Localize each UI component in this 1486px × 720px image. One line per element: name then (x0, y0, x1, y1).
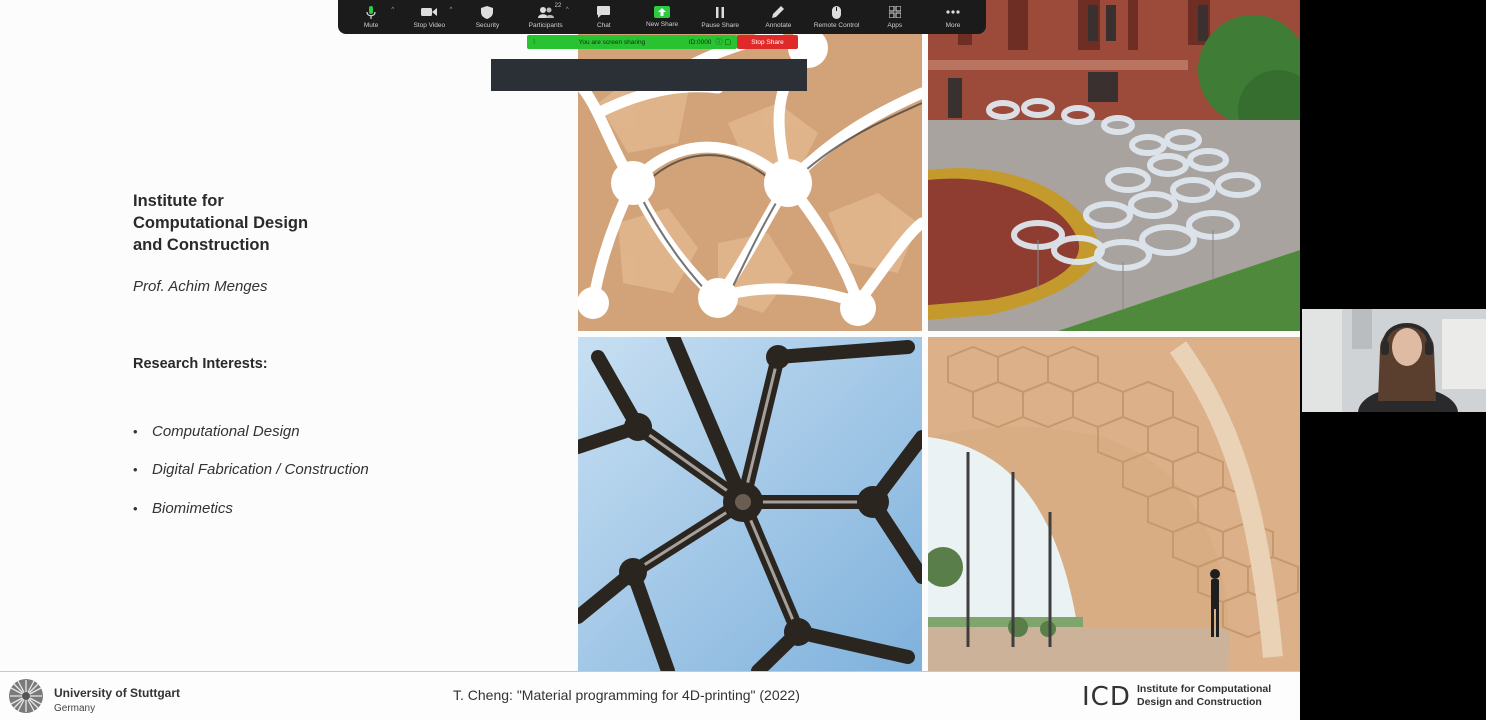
pen-icon (769, 5, 787, 19)
photo-courtyard-canopy (928, 0, 1300, 331)
stop-video-label: Stop Video (413, 22, 446, 29)
photo-timber-hall (928, 337, 1300, 671)
icd-logo: ICD (1082, 682, 1131, 712)
chevron-up-icon[interactable]: ^ (566, 7, 569, 13)
university-name: University of Stuttgart (54, 686, 181, 700)
bullet-icon: • (133, 500, 138, 516)
stop-share-label: Stop Share (751, 38, 784, 46)
meeting-id: ID:0000 (688, 38, 712, 46)
slide-citation: T. Cheng: "Material programming for 4D-p… (453, 687, 800, 703)
bullet-icon: • (133, 462, 138, 478)
bullet-icon: • (133, 423, 138, 439)
participant-video-tile[interactable] (1302, 309, 1486, 412)
participant-video-feed (1302, 309, 1486, 412)
security-button[interactable]: Security (458, 0, 516, 34)
interest-item: • Computational Design (133, 412, 369, 451)
chat-button[interactable]: Chat (575, 0, 633, 34)
participants-label: Participants (528, 22, 563, 29)
interest-label: Digital Fabrication / Construction (152, 461, 369, 479)
more-icon (944, 5, 962, 19)
mute-button[interactable]: ^ Mute (342, 0, 400, 34)
zoom-meeting-toolbar: ^ Mute ^ Stop Video Security 22 ^ Partic… (338, 0, 986, 34)
more-label: More (945, 22, 961, 29)
institute-block: Institute for Computational Design and C… (133, 190, 563, 256)
mute-label: Mute (363, 22, 379, 29)
slide-footer: University of Stuttgart Germany T. Cheng… (0, 672, 1300, 720)
chat-icon (595, 5, 613, 19)
interest-label: Computational Design (152, 422, 300, 440)
more-button[interactable]: More (924, 0, 982, 34)
sharing-notification-banner (491, 59, 807, 91)
new-share-button[interactable]: New Share (633, 0, 691, 34)
mouse-icon (828, 5, 846, 19)
research-interests-list: • Computational Design • Digital Fabricati… (133, 412, 369, 528)
expand-icon[interactable]: ▢ (722, 38, 731, 46)
photo-fiber-structure (578, 337, 922, 671)
new-share-label: New Share (645, 21, 679, 28)
participants-icon (537, 5, 555, 19)
apps-icon (886, 5, 904, 19)
chat-label: Chat (596, 22, 611, 29)
annotate-label: Annotate (765, 22, 792, 29)
participants-button[interactable]: 22 ^ Participants (517, 0, 575, 34)
video-camera-icon (420, 5, 438, 19)
interest-label: Biomimetics (152, 499, 233, 517)
screen-sharing-status-bar[interactable]: ⁝ You are screen sharing ID:0000 ⓘ ▢ (527, 35, 737, 49)
interest-item: • Digital Fabrication / Construction (133, 451, 369, 490)
apps-button[interactable]: Apps (866, 0, 924, 34)
remote-control-button[interactable]: Remote Control (808, 0, 866, 34)
shared-slide: Institute for Computational Design and C… (0, 0, 1300, 720)
microphone-icon (362, 5, 380, 19)
participant-count-badge: 22 (554, 3, 562, 9)
chevron-up-icon[interactable]: ^ (450, 7, 453, 13)
professor-name: Prof. Achim Menges (133, 278, 268, 295)
institute-title: Institute for Computational Design and C… (133, 192, 309, 254)
shield-icon (478, 5, 496, 19)
university-seal-icon (9, 679, 43, 713)
share-screen-icon (654, 6, 671, 18)
icd-institute-name: Institute for Computational Design and C… (1137, 683, 1272, 708)
pause-share-label: Pause Share (701, 22, 740, 29)
pause-icon (711, 5, 729, 19)
pause-share-button[interactable]: Pause Share (691, 0, 749, 34)
university-country: Germany (54, 703, 96, 714)
research-heading: Research Interests: (133, 356, 268, 372)
annotate-button[interactable]: Annotate (749, 0, 807, 34)
stop-video-button[interactable]: ^ Stop Video (400, 0, 458, 34)
chevron-up-icon[interactable]: ^ (391, 7, 394, 13)
apps-label: Apps (887, 22, 903, 29)
security-label: Security (475, 22, 500, 29)
info-icon[interactable]: ⓘ (715, 37, 722, 47)
remote-control-label: Remote Control (813, 22, 860, 29)
sharing-status-text: You are screen sharing (578, 38, 646, 46)
stop-share-button[interactable]: Stop Share (737, 35, 798, 49)
interest-item: • Biomimetics (133, 489, 369, 528)
